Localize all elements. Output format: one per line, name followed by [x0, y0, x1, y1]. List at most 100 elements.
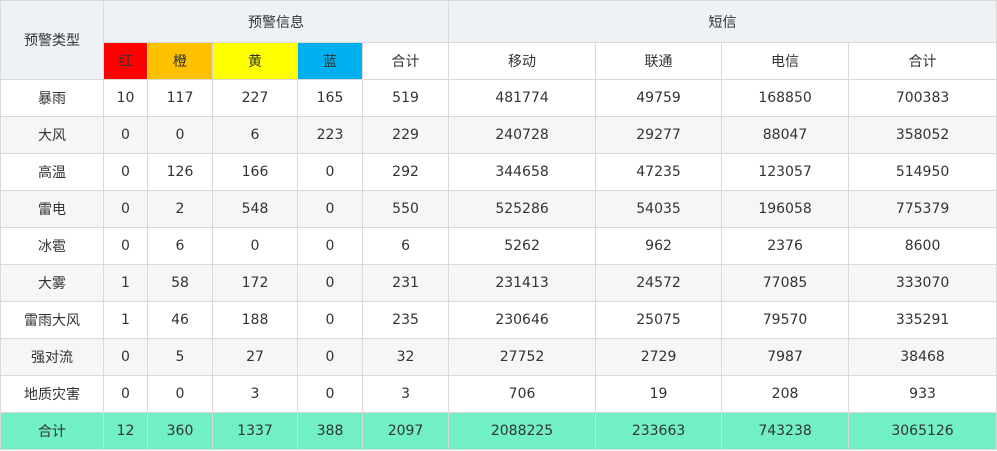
- header-warning-type: 预警类型: [0, 0, 104, 80]
- cell-sms-total: 333070: [848, 264, 997, 302]
- cell-sms-total: 38468: [848, 338, 997, 376]
- cell-mobile-sms: 2088225: [448, 412, 597, 450]
- cell-warning-type: 暴雨: [0, 79, 104, 117]
- cell-blue-count: 0: [297, 375, 363, 413]
- cell-sms-total: 775379: [848, 190, 997, 228]
- cell-red-count: 0: [103, 227, 148, 265]
- cell-warning-total: 519: [361, 79, 450, 117]
- cell-blue-count: 0: [297, 264, 363, 302]
- cell-unicom-sms: 24572: [595, 264, 723, 302]
- cell-yellow-count: 188: [212, 301, 298, 339]
- cell-sms-total: 3065126: [848, 412, 997, 450]
- cell-warning-total: 292: [361, 153, 450, 191]
- cell-red-count: 0: [103, 153, 148, 191]
- warning-statistics-table: 预警类型 预警信息 短信 红 橙 黄 蓝 合计 移动 联通 电信 合计 暴雨 10…: [0, 0, 997, 450]
- cell-unicom-sms: 233663: [595, 412, 723, 450]
- cell-telecom-sms: 79570: [721, 301, 850, 339]
- cell-unicom-sms: 25075: [595, 301, 723, 339]
- cell-yellow-count: 1337: [212, 412, 298, 450]
- cell-orange-count: 0: [147, 375, 213, 413]
- cell-yellow-count: 0: [212, 227, 298, 265]
- cell-blue-count: 223: [297, 116, 363, 154]
- table-row: 地质灾害 0 0 3 0 3 706 19 208 933: [0, 375, 997, 413]
- header-carrier-mobile: 移动: [448, 42, 597, 80]
- table-row: 高温 0 126 166 0 292 344658 47235 123057 514950: [0, 153, 997, 191]
- cell-warning-total: 32: [361, 338, 450, 376]
- cell-red-count: 0: [103, 338, 148, 376]
- cell-mobile-sms: 5262: [448, 227, 597, 265]
- cell-warning-total: 6: [361, 227, 450, 265]
- cell-sms-total: 8600: [848, 227, 997, 265]
- header-warning-info: 预警信息: [102, 0, 450, 43]
- cell-warning-total: 550: [361, 190, 450, 228]
- cell-warning-type: 大雾: [0, 264, 104, 302]
- cell-red-count: 10: [103, 79, 148, 117]
- cell-yellow-count: 172: [212, 264, 298, 302]
- cell-telecom-sms: 77085: [721, 264, 850, 302]
- header-sms: 短信: [448, 0, 997, 43]
- table-row: 雷雨大风 1 46 188 0 235 230646 25075 79570 335291: [0, 301, 997, 339]
- cell-orange-count: 46: [147, 301, 213, 339]
- cell-mobile-sms: 240728: [448, 116, 597, 154]
- cell-unicom-sms: 2729: [595, 338, 723, 376]
- cell-telecom-sms: 196058: [721, 190, 850, 228]
- cell-telecom-sms: 88047: [721, 116, 850, 154]
- table-row: 大雾 1 58 172 0 231 231413 24572 77085 333070: [0, 264, 997, 302]
- cell-warning-total: 231: [361, 264, 450, 302]
- cell-warning-total: 235: [361, 301, 450, 339]
- cell-sms-total: 514950: [848, 153, 997, 191]
- cell-orange-count: 5: [147, 338, 213, 376]
- cell-warning-total: 2097: [361, 412, 450, 450]
- header-level-orange: 橙: [147, 42, 213, 80]
- table-row: 大风 0 0 6 223 229 240728 29277 88047 358052: [0, 116, 997, 154]
- cell-blue-count: 0: [297, 153, 363, 191]
- cell-warning-type: 高温: [0, 153, 104, 191]
- cell-blue-count: 388: [297, 412, 363, 450]
- table-row: 冰雹 0 6 0 0 6 5262 962 2376 8600: [0, 227, 997, 265]
- cell-blue-count: 165: [297, 79, 363, 117]
- cell-sms-total: 335291: [848, 301, 997, 339]
- table-row: 雷电 0 2 548 0 550 525286 54035 196058 775379: [0, 190, 997, 228]
- cell-orange-count: 6: [147, 227, 213, 265]
- cell-warning-type: 强对流: [0, 338, 104, 376]
- cell-red-count: 0: [103, 190, 148, 228]
- cell-warning-type: 合计: [0, 412, 104, 450]
- cell-mobile-sms: 481774: [448, 79, 597, 117]
- cell-unicom-sms: 49759: [595, 79, 723, 117]
- cell-warning-total: 229: [361, 116, 450, 154]
- cell-yellow-count: 166: [212, 153, 298, 191]
- table-body: 暴雨 10 117 227 165 519 481774 49759 168850 700383 大…: [0, 79, 997, 450]
- table-row: 强对流 0 5 27 0 32 27752 2729 7987 38468: [0, 338, 997, 376]
- cell-sms-total: 700383: [848, 79, 997, 117]
- cell-orange-count: 58: [147, 264, 213, 302]
- cell-warning-type: 雷电: [0, 190, 104, 228]
- cell-yellow-count: 3: [212, 375, 298, 413]
- cell-red-count: 12: [103, 412, 148, 450]
- header-warning-total: 合计: [361, 42, 450, 80]
- cell-yellow-count: 548: [212, 190, 298, 228]
- cell-warning-total: 3: [361, 375, 450, 413]
- header-carrier-telecom: 电信: [721, 42, 850, 80]
- cell-mobile-sms: 27752: [448, 338, 597, 376]
- cell-telecom-sms: 7987: [721, 338, 850, 376]
- cell-blue-count: 0: [297, 338, 363, 376]
- cell-warning-type: 雷雨大风: [0, 301, 104, 339]
- cell-mobile-sms: 706: [448, 375, 597, 413]
- cell-telecom-sms: 743238: [721, 412, 850, 450]
- cell-telecom-sms: 123057: [721, 153, 850, 191]
- cell-red-count: 0: [103, 375, 148, 413]
- header-level-blue: 蓝: [297, 42, 363, 80]
- header-sms-total: 合计: [848, 42, 997, 80]
- cell-red-count: 0: [103, 116, 148, 154]
- header-level-yellow: 黄: [212, 42, 298, 80]
- cell-unicom-sms: 962: [595, 227, 723, 265]
- cell-orange-count: 0: [147, 116, 213, 154]
- cell-orange-count: 117: [147, 79, 213, 117]
- cell-mobile-sms: 230646: [448, 301, 597, 339]
- cell-warning-type: 大风: [0, 116, 104, 154]
- cell-blue-count: 0: [297, 227, 363, 265]
- cell-mobile-sms: 525286: [448, 190, 597, 228]
- cell-unicom-sms: 54035: [595, 190, 723, 228]
- cell-yellow-count: 227: [212, 79, 298, 117]
- cell-unicom-sms: 19: [595, 375, 723, 413]
